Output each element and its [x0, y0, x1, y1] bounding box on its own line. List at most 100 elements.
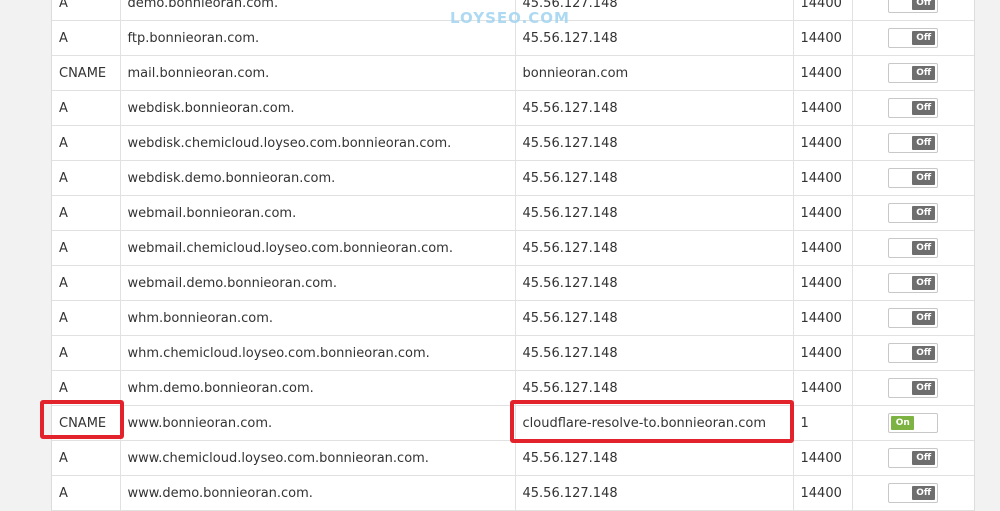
record-type: A: [52, 195, 121, 231]
proxy-toggle-label: On: [891, 416, 915, 430]
record-ttl: 14400: [793, 230, 853, 266]
record-type: A: [52, 440, 121, 476]
proxy-status-cell: Off: [852, 335, 974, 371]
record-name: www.bonnieoran.com.: [120, 405, 516, 441]
record-value: bonnieoran.com: [515, 55, 794, 91]
watermark: LOYSEO.COM: [450, 9, 570, 27]
proxy-toggle[interactable]: Off: [888, 273, 939, 293]
record-ttl: 14400: [793, 440, 853, 476]
record-ttl: 14400: [793, 20, 853, 56]
record-value: 45.56.127.148: [515, 265, 794, 301]
record-ttl: 14400: [793, 335, 853, 371]
proxy-toggle-label: Off: [912, 241, 936, 255]
proxy-toggle-label: Off: [912, 276, 936, 290]
dns-records-table: A demo.bonnieoran.com. 45.56.127.148 144…: [52, 0, 974, 511]
record-ttl: 1: [793, 405, 853, 441]
record-ttl: 14400: [793, 475, 853, 511]
record-type: CNAME: [52, 55, 121, 91]
proxy-status-cell: Off: [852, 195, 974, 231]
record-value: 45.56.127.148: [515, 475, 794, 511]
proxy-toggle[interactable]: Off: [888, 168, 939, 188]
proxy-status-cell: Off: [852, 160, 974, 196]
record-ttl: 14400: [793, 90, 853, 126]
record-value: 45.56.127.148: [515, 90, 794, 126]
proxy-toggle-label: Off: [912, 101, 936, 115]
proxy-toggle[interactable]: Off: [888, 0, 939, 13]
record-name: whm.bonnieoran.com.: [120, 300, 516, 336]
record-name: webmail.chemicloud.loyseo.com.bonnieoran…: [120, 230, 516, 266]
record-ttl: 14400: [793, 0, 853, 21]
record-type: A: [52, 160, 121, 196]
record-type: A: [52, 0, 121, 21]
proxy-status-cell: Off: [852, 125, 974, 161]
table-row: A webdisk.bonnieoran.com. 45.56.127.148 …: [52, 90, 974, 126]
record-ttl: 14400: [793, 160, 853, 196]
proxy-toggle-label: Off: [912, 451, 936, 465]
table-row: A whm.bonnieoran.com. 45.56.127.148 1440…: [52, 300, 974, 336]
table-row: A www.demo.bonnieoran.com. 45.56.127.148…: [52, 475, 974, 511]
proxy-toggle[interactable]: Off: [888, 308, 939, 328]
proxy-status-cell: Off: [852, 55, 974, 91]
table-row: A webdisk.demo.bonnieoran.com. 45.56.127…: [52, 160, 974, 196]
record-value: 45.56.127.148: [515, 125, 794, 161]
proxy-toggle[interactable]: Off: [888, 448, 939, 468]
proxy-toggle-label: Off: [912, 171, 936, 185]
proxy-status-cell: Off: [852, 90, 974, 126]
record-ttl: 14400: [793, 370, 853, 406]
proxy-toggle[interactable]: Off: [888, 203, 939, 223]
proxy-toggle[interactable]: Off: [888, 63, 939, 83]
record-value: 45.56.127.148: [515, 230, 794, 266]
table-row: CNAME mail.bonnieoran.com. bonnieoran.co…: [52, 55, 974, 91]
record-name: webdisk.bonnieoran.com.: [120, 90, 516, 126]
proxy-toggle-label: Off: [912, 346, 936, 360]
record-type: A: [52, 265, 121, 301]
record-type: A: [52, 335, 121, 371]
record-type: A: [52, 370, 121, 406]
table-row: A webdisk.chemicloud.loyseo.com.bonnieor…: [52, 125, 974, 161]
record-name: mail.bonnieoran.com.: [120, 55, 516, 91]
table-row: A webmail.demo.bonnieoran.com. 45.56.127…: [52, 265, 974, 301]
record-value: 45.56.127.148: [515, 370, 794, 406]
record-ttl: 14400: [793, 300, 853, 336]
proxy-status-cell: Off: [852, 440, 974, 476]
proxy-toggle-label: Off: [912, 66, 936, 80]
record-name: www.chemicloud.loyseo.com.bonnieoran.com…: [120, 440, 516, 476]
record-name: whm.demo.bonnieoran.com.: [120, 370, 516, 406]
table-row: A webmail.bonnieoran.com. 45.56.127.148 …: [52, 195, 974, 231]
table-row: A whm.chemicloud.loyseo.com.bonnieoran.c…: [52, 335, 974, 371]
record-value: 45.56.127.148: [515, 160, 794, 196]
proxy-toggle[interactable]: Off: [888, 238, 939, 258]
proxy-toggle[interactable]: Off: [888, 343, 939, 363]
proxy-status-cell: Off: [852, 230, 974, 266]
proxy-status-cell: Off: [852, 20, 974, 56]
proxy-toggle[interactable]: Off: [888, 133, 939, 153]
record-value: 45.56.127.148: [515, 300, 794, 336]
proxy-status-cell: Off: [852, 300, 974, 336]
proxy-toggle-label: Off: [912, 486, 936, 500]
record-value: 45.56.127.148: [515, 335, 794, 371]
record-type: A: [52, 230, 121, 266]
dns-records-table-container: A demo.bonnieoran.com. 45.56.127.148 144…: [51, 0, 975, 511]
record-name: webmail.bonnieoran.com.: [120, 195, 516, 231]
record-type: A: [52, 90, 121, 126]
record-value: cloudflare-resolve-to.bonnieoran.com: [515, 405, 794, 441]
dns-records-body: A demo.bonnieoran.com. 45.56.127.148 144…: [52, 0, 974, 511]
proxy-toggle[interactable]: Off: [888, 28, 939, 48]
record-type: CNAME: [52, 405, 121, 441]
record-value: 45.56.127.148: [515, 195, 794, 231]
record-type: A: [52, 20, 121, 56]
record-name: webmail.demo.bonnieoran.com.: [120, 265, 516, 301]
proxy-toggle-label: Off: [912, 31, 936, 45]
proxy-toggle[interactable]: Off: [888, 98, 939, 118]
record-type: A: [52, 125, 121, 161]
proxy-toggle[interactable]: On: [888, 413, 939, 433]
proxy-toggle-label: Off: [912, 206, 936, 220]
proxy-status-cell: Off: [852, 265, 974, 301]
proxy-toggle-label: Off: [912, 136, 936, 150]
record-value: 45.56.127.148: [515, 440, 794, 476]
table-row: A webmail.chemicloud.loyseo.com.bonnieor…: [52, 230, 974, 266]
proxy-status-cell: Off: [852, 0, 974, 21]
record-type: A: [52, 475, 121, 511]
proxy-toggle[interactable]: Off: [888, 378, 939, 398]
proxy-toggle[interactable]: Off: [888, 483, 939, 503]
